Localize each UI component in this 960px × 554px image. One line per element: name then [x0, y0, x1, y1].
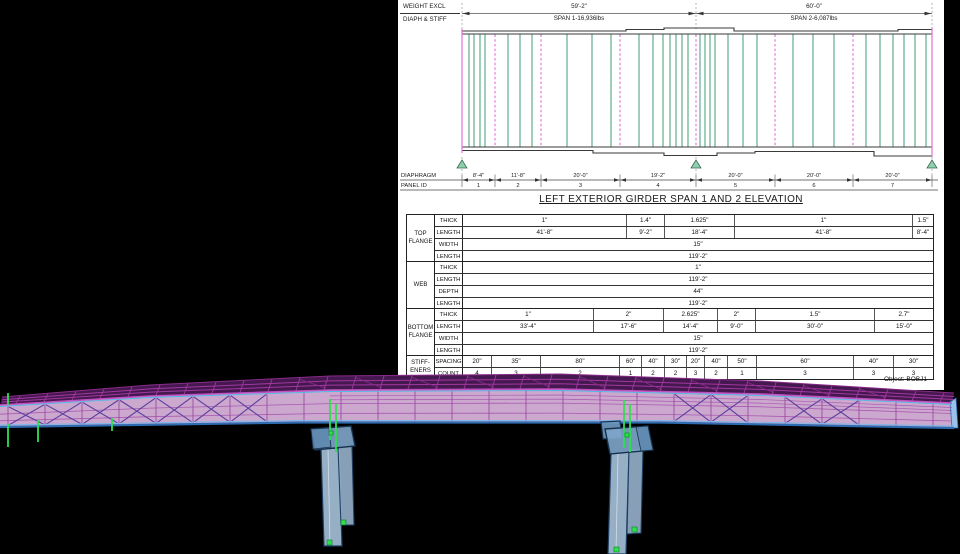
object-name-label: Object: BOBJ1 — [884, 376, 927, 383]
pier-left[interactable] — [311, 426, 355, 546]
viewport: WEIGHT EXCL DIAPH & STIFF 59'-2" SPAN 1-… — [0, 0, 960, 554]
bridge-3d-model[interactable] — [0, 0, 960, 554]
base-markers — [327, 431, 637, 552]
pier-right[interactable] — [601, 421, 653, 554]
